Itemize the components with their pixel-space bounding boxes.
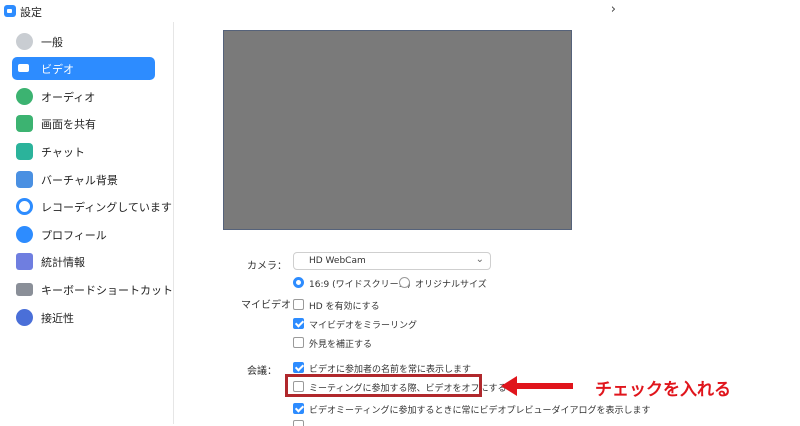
checkbox[interactable] <box>293 420 304 426</box>
zoom-app-icon <box>4 5 16 17</box>
headphones-icon <box>16 88 33 105</box>
title-bar: 設定 › <box>0 0 800 22</box>
statistics-icon <box>16 253 33 270</box>
sidebar-item-profile[interactable]: プロフィール <box>12 223 155 246</box>
checkbox[interactable] <box>293 403 304 414</box>
enable-hd-option[interactable]: HD を有効にする <box>293 299 413 313</box>
meeting-label: 会議： <box>247 366 277 377</box>
aspect-16-9-radio[interactable]: 16:9 (ワイドスクリーン) <box>293 277 411 291</box>
sidebar-item-label: 統計情報 <box>41 256 85 269</box>
sidebar-item-label: プロフィール <box>41 229 107 242</box>
aspect-original-label: オリジナルサイズ <box>415 280 487 290</box>
sidebar-item-label: オーディオ <box>41 91 96 104</box>
mirror-video-label: マイビデオをミラーリング <box>309 321 418 331</box>
sidebar-item-label: キーボードショートカット <box>41 284 173 297</box>
aspect-16-9-label: 16:9 (ワイドスクリーン) <box>309 280 411 290</box>
arrow-shaft <box>513 383 573 389</box>
annotation-text: チェックを入れる <box>595 380 731 400</box>
sidebar-item-chat[interactable]: チャット <box>12 140 155 163</box>
video-preview <box>223 30 572 230</box>
gear-icon <box>16 33 33 50</box>
sidebar-item-accessibility[interactable]: 接近性 <box>12 306 155 329</box>
sidebar-item-label: 画面を共有 <box>41 118 96 131</box>
radio-button[interactable] <box>399 277 410 288</box>
touch-up-option[interactable]: 外見を補正する <box>293 337 403 351</box>
record-icon <box>16 198 33 215</box>
arrow-head <box>501 376 517 396</box>
person-background-icon <box>16 171 33 188</box>
sidebar-item-label: レコーディングしています <box>41 201 172 214</box>
sidebar-item-general[interactable]: 一般 <box>12 30 155 53</box>
checkbox[interactable] <box>293 362 304 373</box>
sidebar-item-recording[interactable]: レコーディングしています <box>12 195 172 218</box>
profile-icon <box>16 226 33 243</box>
camera-select-value: HD WebCam <box>309 256 366 266</box>
chevron-down-icon: ⌄ <box>475 254 484 265</box>
sidebar-item-label: ビデオ <box>41 63 74 76</box>
video-camera-icon <box>18 64 29 72</box>
preview-dialog-option[interactable]: ビデオミーティングに参加するときに常にビデオプレビューダイアログを表示します <box>293 403 650 417</box>
preview-dialog-label: ビデオミーティングに参加するときに常にビデオプレビューダイアログを表示します <box>309 406 651 416</box>
arrow-left-icon <box>501 376 573 396</box>
checkbox[interactable] <box>293 318 304 329</box>
camera-select[interactable]: HD WebCam ⌄ <box>293 252 491 270</box>
sidebar-item-label: 接近性 <box>41 312 74 325</box>
camera-label: カメラ： <box>247 261 287 272</box>
partial-option[interactable] <box>293 420 304 426</box>
keyboard-icon <box>16 283 33 296</box>
enable-hd-label: HD を有効にする <box>309 302 380 312</box>
share-screen-icon <box>16 115 33 132</box>
chat-bubble-icon <box>16 143 33 160</box>
sidebar-item-video[interactable]: ビデオ <box>12 57 155 80</box>
window-title: 設定 <box>20 6 42 19</box>
chevron-right-icon[interactable]: › <box>611 2 616 17</box>
sidebar-item-label: 一般 <box>41 36 63 49</box>
radio-button[interactable] <box>293 277 304 288</box>
touch-up-label: 外見を補正する <box>309 340 373 350</box>
sidebar-item-virtual-background[interactable]: バーチャル背景 <box>12 168 155 191</box>
sidebar-item-audio[interactable]: オーディオ <box>12 85 155 108</box>
checkbox[interactable] <box>293 299 304 310</box>
sidebar-item-label: バーチャル背景 <box>41 174 118 187</box>
video-settings-panel: カメラ： HD WebCam ⌄ 16:9 (ワイドスクリーン) オリジナルサイ… <box>175 22 800 426</box>
my-video-label: マイビデオ <box>241 300 291 311</box>
sidebar-item-statistics[interactable]: 統計情報 <box>12 250 155 273</box>
accessibility-icon <box>16 309 33 326</box>
checkbox[interactable] <box>293 337 304 348</box>
mirror-video-option[interactable]: マイビデオをミラーリング <box>293 318 433 332</box>
settings-sidebar: 一般 ビデオ オーディオ 画面を共有 チャット バーチャル背景 レコーディングし… <box>0 22 174 424</box>
highlight-box <box>285 374 482 397</box>
sidebar-item-keyboard-shortcuts[interactable]: キーボードショートカット <box>12 278 173 301</box>
sidebar-item-share-screen[interactable]: 画面を共有 <box>12 112 155 135</box>
sidebar-item-label: チャット <box>41 146 85 159</box>
aspect-original-radio[interactable]: オリジナルサイズ <box>399 277 499 291</box>
